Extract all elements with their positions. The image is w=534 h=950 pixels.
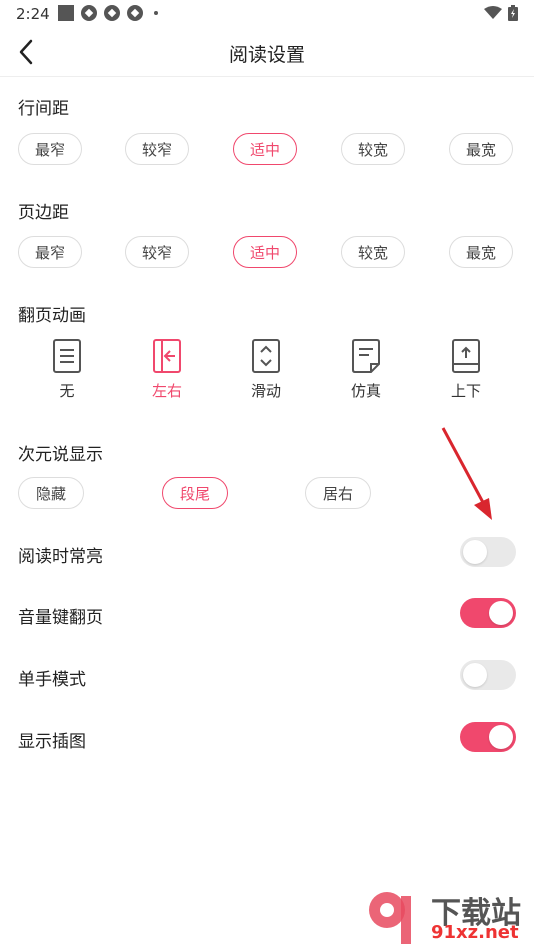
page-margin-option[interactable]: 最宽: [449, 236, 513, 268]
page-none-icon: [53, 339, 81, 373]
system-icons: [484, 5, 518, 21]
one-hand-mode-row: 单手模式: [18, 658, 516, 694]
watermark-url: 91xz.net: [431, 922, 519, 943]
animation-option-label: 左右: [151, 382, 182, 400]
notification-square-icon: [58, 5, 74, 21]
switch-knob: [489, 725, 513, 749]
subtitle-display-option[interactable]: 隐藏: [18, 477, 84, 509]
notification-app-icon: [81, 5, 97, 21]
page-margin-options: 最窄 较窄 适中 较宽 最宽: [18, 236, 516, 270]
animation-option-label: 无: [59, 382, 75, 400]
page-title: 阅读设置: [228, 44, 305, 66]
notification-app-icon: [127, 5, 143, 21]
page-margin-option-selected[interactable]: 适中: [233, 236, 297, 268]
battery-icon: [508, 5, 518, 21]
keep-screen-on-row: 阅读时常亮: [18, 535, 516, 571]
line-spacing-option[interactable]: 较窄: [125, 133, 189, 165]
line-spacing-title: 行间距: [18, 99, 69, 119]
switch-knob: [463, 663, 487, 687]
page-margin-option[interactable]: 较窄: [125, 236, 189, 268]
watermark: 下载站 91xz.net: [365, 888, 533, 948]
page-animation-options: 无 左右 滑动 仿真 上下: [18, 338, 516, 406]
volume-key-page-row: 音量键翻页: [18, 596, 516, 632]
show-illustrations-row: 显示插图: [18, 720, 516, 756]
animation-option-none[interactable]: 无: [37, 338, 97, 401]
subtitle-display-title: 次元说显示: [18, 445, 103, 465]
page-margin-title: 页边距: [18, 203, 69, 223]
volume-key-page-switch[interactable]: [460, 598, 516, 628]
page-margin-option[interactable]: 较宽: [341, 236, 405, 268]
line-spacing-option[interactable]: 较宽: [341, 133, 405, 165]
watermark-logo-icon: [369, 892, 411, 944]
line-spacing-option[interactable]: 最宽: [449, 133, 513, 165]
toggle-label: 阅读时常亮: [18, 547, 103, 567]
line-spacing-options: 最窄 较窄 适中 较宽 最宽: [18, 133, 516, 167]
one-hand-mode-switch[interactable]: [460, 660, 516, 690]
page-margin-option[interactable]: 最窄: [18, 236, 82, 268]
toggle-label: 显示插图: [18, 732, 86, 752]
animation-option-left-right[interactable]: 左右: [137, 338, 197, 401]
animation-option-up-down[interactable]: 上下: [436, 338, 496, 401]
header: 阅读设置: [0, 28, 534, 77]
subtitle-display-option[interactable]: 居右: [305, 477, 371, 509]
toggle-label: 单手模式: [18, 670, 86, 690]
wifi-icon: [484, 6, 502, 19]
page-curl-icon: [352, 339, 380, 373]
animation-option-label: 上下: [450, 382, 481, 400]
page-left-right-icon: [153, 339, 181, 373]
status-time: 2:24: [16, 5, 50, 23]
page-animation-title: 翻页动画: [18, 306, 86, 326]
animation-option-label: 仿真: [350, 382, 381, 400]
subtitle-display-option-selected[interactable]: 段尾: [162, 477, 228, 509]
switch-knob: [489, 601, 513, 625]
notification-app-icon: [104, 5, 120, 21]
subtitle-display-options: 隐藏 段尾 居右: [18, 477, 516, 511]
line-spacing-option-selected[interactable]: 适中: [233, 133, 297, 165]
line-spacing-option[interactable]: 最窄: [18, 133, 82, 165]
notification-icons: [58, 5, 158, 21]
page-up-down-icon: [452, 339, 480, 373]
more-notifications-icon: [154, 11, 158, 15]
switch-knob: [463, 540, 487, 564]
status-bar: 2:24: [0, 0, 534, 28]
toggle-label: 音量键翻页: [18, 608, 103, 628]
animation-option-slide[interactable]: 滑动: [236, 338, 296, 401]
keep-screen-on-switch[interactable]: [460, 537, 516, 567]
page-slide-icon: [252, 339, 280, 373]
animation-option-curl[interactable]: 仿真: [336, 338, 396, 401]
show-illustrations-switch[interactable]: [460, 722, 516, 752]
animation-option-label: 滑动: [250, 382, 281, 400]
